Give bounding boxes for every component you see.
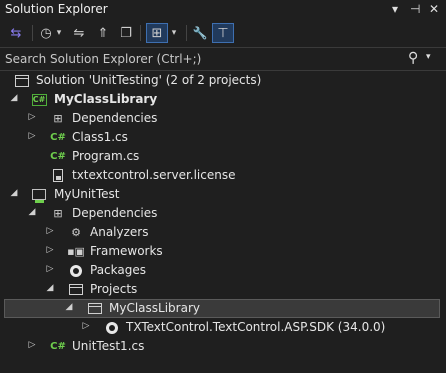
window-menu-icon[interactable]: ▾ (392, 2, 398, 16)
collapsed-arrow-icon[interactable]: ▷ (27, 112, 37, 122)
csharp-project-icon: C# (31, 93, 47, 106)
tree-item-label: MyUnitTest (54, 187, 120, 201)
pending-changes-icon[interactable]: ⇋ (70, 23, 88, 43)
search-input[interactable]: Search Solution Explorer (Ctrl+;) (5, 52, 201, 66)
tree-item-label: TXTextControl.TextControl.ASP.SDK (34.0.… (126, 320, 386, 334)
dependencies-icon: ⊞ (53, 112, 63, 125)
sync-view-icon[interactable]: ⇆ (6, 23, 26, 43)
tree-item-packages[interactable]: ▷ Packages (0, 261, 446, 280)
preview-icon[interactable]: ⊤ (212, 23, 234, 43)
tree-item-label: txtextcontrol.server.license (72, 168, 236, 182)
tree-item-label: Packages (90, 263, 146, 277)
tree-item-file[interactable]: C# Program.cs (0, 147, 446, 166)
collapse-all-icon[interactable]: ⇑ (94, 23, 112, 43)
license-file-icon (50, 168, 66, 183)
expanded-arrow-icon[interactable]: ◢ (9, 93, 19, 103)
tree-item-project[interactable]: ◢ C# MyClassLibrary (0, 90, 446, 109)
tree-item-solution[interactable]: Solution 'UnitTesting' (2 of 2 projects) (0, 71, 446, 90)
search-options-icon[interactable]: ▾ (426, 52, 431, 62)
tree-item-label: Program.cs (72, 149, 140, 163)
tree-item-label: Class1.cs (72, 130, 128, 144)
toolbar: ⇆ ◷ ▾ ⇋ ⇑ ❐ ⊞ ▾ 🔧 ⊤ (0, 20, 446, 46)
solution-icon (14, 73, 30, 88)
test-project-icon (31, 187, 47, 203)
tree-item-projects[interactable]: ◢ Projects (0, 280, 446, 299)
tree-item-dependencies[interactable]: ▷ ⊞ Dependencies (0, 109, 446, 128)
collapsed-arrow-icon[interactable]: ▷ (27, 131, 37, 141)
tree-item-label: Analyzers (90, 225, 149, 239)
show-all-files-icon[interactable]: ⊞ (146, 23, 168, 43)
tree-item-label: Projects (90, 282, 138, 296)
csharp-file-icon: C# (50, 151, 66, 162)
expanded-arrow-icon[interactable]: ◢ (9, 188, 19, 198)
pin-icon[interactable]: ⊣ (410, 2, 420, 16)
collapsed-arrow-icon[interactable]: ▷ (27, 340, 37, 350)
history-dropdown-icon[interactable]: ▾ (54, 23, 64, 43)
tree-item-file[interactable]: ▷ C# Class1.cs (0, 128, 446, 147)
package-icon (104, 320, 120, 335)
history-icon[interactable]: ◷ (38, 23, 54, 43)
tree-item-dependencies[interactable]: ◢ ⊞ Dependencies (0, 204, 446, 223)
tree-item-project-reference[interactable]: ◢ MyClassLibrary (4, 299, 440, 318)
tree-item-frameworks[interactable]: ▷ ▪▣ Frameworks (0, 242, 446, 261)
dependencies-icon: ⊞ (53, 207, 63, 220)
expanded-arrow-icon[interactable]: ◢ (64, 302, 74, 312)
tree-item-label: Solution 'UnitTesting' (2 of 2 projects) (36, 73, 262, 87)
copy-icon[interactable]: ❐ (117, 23, 135, 43)
projects-folder-icon (68, 282, 84, 297)
analyzers-icon: ⚙ (71, 226, 81, 239)
packages-icon (68, 263, 84, 278)
window-title: Solution Explorer (5, 2, 108, 16)
tree-item-project[interactable]: ◢ MyUnitTest (0, 185, 446, 204)
search-bar[interactable]: Search Solution Explorer (Ctrl+;) ⚲ ▾ (0, 47, 446, 71)
tree-item-package[interactable]: ▷ TXTextControl.TextControl.ASP.SDK (34.… (0, 318, 446, 337)
collapsed-arrow-icon[interactable]: ▷ (81, 321, 91, 331)
tree-item-file[interactable]: txtextcontrol.server.license (0, 166, 446, 185)
frameworks-icon: ▪▣ (67, 245, 85, 258)
expanded-arrow-icon[interactable]: ◢ (45, 283, 55, 293)
tree-item-label: Dependencies (72, 111, 158, 125)
tree-item-file[interactable]: ▷ C# UnitTest1.cs (0, 337, 446, 356)
search-icon[interactable]: ⚲ (408, 50, 418, 66)
tree-item-label: Frameworks (90, 244, 163, 258)
csharp-file-icon: C# (50, 341, 66, 352)
tree-item-label: UnitTest1.cs (72, 339, 145, 353)
tree-item-analyzers[interactable]: ▷ ⚙ Analyzers (0, 223, 446, 242)
title-bar: Solution Explorer ▾ ⊣ ✕ (0, 0, 446, 20)
expanded-arrow-icon[interactable]: ◢ (27, 207, 37, 217)
project-reference-icon (87, 301, 103, 316)
properties-icon[interactable]: 🔧 (190, 23, 210, 43)
tree-item-label: MyClassLibrary (54, 92, 158, 106)
collapsed-arrow-icon[interactable]: ▷ (45, 245, 55, 255)
collapsed-arrow-icon[interactable]: ▷ (45, 226, 55, 236)
tree-item-label: Dependencies (72, 206, 158, 220)
filter-dropdown-icon[interactable]: ▾ (169, 23, 179, 43)
close-icon[interactable]: ✕ (429, 2, 439, 16)
tree-item-label: MyClassLibrary (109, 301, 200, 315)
csharp-file-icon: C# (50, 132, 66, 143)
collapsed-arrow-icon[interactable]: ▷ (45, 264, 55, 274)
